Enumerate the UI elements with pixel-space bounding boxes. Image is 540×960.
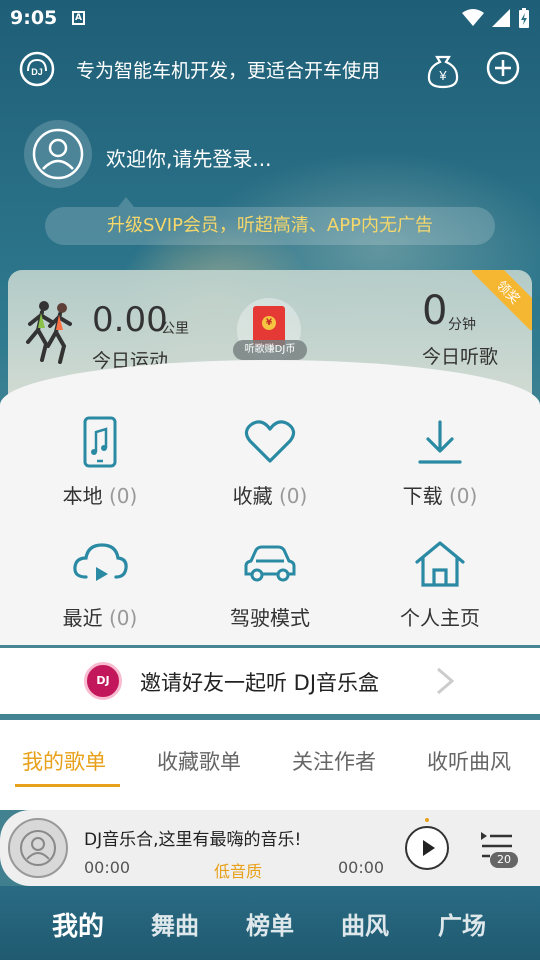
grid-label-text: 本地 — [62, 484, 103, 508]
svip-banner[interactable]: 升级SVIP会员，听超高清、APP内无广告 — [45, 207, 495, 245]
money-bag-icon: ¥ — [427, 55, 459, 89]
exercise-value: 0.00 — [92, 300, 168, 340]
mini-player: DJ音乐合,这里有最嗨的音乐! 00:00 低音质 00:00 20 — [0, 810, 540, 886]
header-slogan: 专为智能车机开发，更适合开车使用 — [76, 60, 381, 82]
grid-item-homepage[interactable]: 个人主页 — [350, 536, 530, 656]
yuan-coin-icon: ¥ — [262, 316, 276, 330]
grid-label-text: 个人主页 — [400, 606, 480, 630]
tab-favorite-playlists[interactable]: 收藏歌单 — [157, 746, 241, 776]
invite-text: 邀请好友一起听 DJ音乐盒 — [140, 671, 380, 695]
status-time: 9:05 — [10, 7, 58, 29]
grid-label-text: 下载 — [402, 484, 443, 508]
grid-item-recent[interactable]: 最近 (0) — [10, 536, 190, 656]
invite-friends-bar[interactable]: DJ 邀请好友一起听 DJ音乐盒 — [0, 648, 540, 714]
dj-music-box-logo: DJ — [84, 662, 122, 700]
claim-reward-ribbon[interactable]: 领奖 — [472, 270, 532, 330]
chevron-right-icon — [437, 667, 455, 695]
track-cover[interactable] — [8, 818, 68, 878]
car-icon — [240, 536, 300, 592]
nav-square[interactable]: 广场 — [414, 906, 510, 941]
header: DJ 专为智能车机开发，更适合开车使用 ¥ — [0, 46, 540, 92]
bottom-navigation: 我的 舞曲 榜单 曲风 广场 — [0, 886, 540, 960]
exercise-unit: 公里 — [161, 321, 189, 337]
grid-label: 下载 (0) — [350, 480, 530, 509]
grid-count: (0) — [109, 484, 138, 508]
progress-dot — [425, 818, 429, 822]
tab-followed-authors[interactable]: 关注作者 — [292, 746, 376, 776]
nav-mine[interactable]: 我的 — [30, 906, 126, 943]
quick-access-panel: 本地 (0) 收藏 (0) 下载 (0) 最近 (0) 驾驶模式 个人主页 — [0, 360, 540, 645]
track-current-time: 00:00 — [84, 858, 131, 877]
nav-genres[interactable]: 曲风 — [317, 906, 413, 941]
cloud-play-icon — [70, 536, 130, 592]
grid-count: (0) — [109, 606, 138, 630]
status-bar: 9:05 A — [0, 0, 540, 36]
grid-item-downloads[interactable]: 下载 (0) — [350, 414, 530, 534]
play-button[interactable] — [405, 826, 449, 870]
notification-icon: A — [72, 11, 85, 25]
plus-circle-icon — [486, 51, 520, 85]
grid-label: 最近 (0) — [10, 602, 190, 631]
signal-icon — [492, 9, 510, 27]
svip-banner-pointer — [118, 197, 134, 207]
status-icons — [462, 8, 530, 28]
grid-label-text: 收藏 — [232, 484, 273, 508]
runners-icon — [26, 301, 72, 364]
track-title: DJ音乐合,这里有最嗨的音乐! — [84, 830, 302, 850]
grid-count: (0) — [449, 484, 478, 508]
playlist-tabs: 我的歌单 收藏歌单 关注作者 收听曲风 — [0, 720, 540, 810]
download-icon — [410, 414, 470, 470]
nav-charts[interactable]: 榜单 — [222, 906, 318, 941]
svg-text:¥: ¥ — [438, 68, 447, 83]
earn-dj-coin-label[interactable]: 听歌赚DJ币 — [233, 340, 307, 360]
dj-headphone-button[interactable]: DJ — [19, 51, 55, 87]
heart-icon — [240, 414, 300, 470]
home-icon — [410, 536, 470, 592]
tab-listened-genres[interactable]: 收听曲风 — [427, 746, 511, 776]
queue-count-badge: 20 — [490, 852, 518, 868]
grid-label-text: 最近 — [62, 606, 103, 630]
grid-label: 收藏 (0) — [180, 480, 360, 509]
active-tab-indicator — [15, 784, 120, 787]
wifi-icon — [462, 9, 484, 26]
tab-my-playlists[interactable]: 我的歌单 — [22, 746, 106, 776]
listen-value: 0 — [422, 288, 448, 334]
grid-item-driving-mode[interactable]: 驾驶模式 — [180, 536, 360, 656]
login-prompt[interactable]: 欢迎你,请先登录... — [106, 143, 271, 172]
grid-item-favorites[interactable]: 收藏 (0) — [180, 414, 360, 534]
grid-label: 本地 (0) — [10, 480, 190, 509]
track-total-time: 00:00 — [338, 858, 385, 877]
grid-item-local[interactable]: 本地 (0) — [10, 414, 190, 534]
user-icon — [20, 830, 56, 866]
grid-count: (0) — [279, 484, 308, 508]
dj-headphone-icon: DJ — [19, 51, 55, 87]
nav-dance[interactable]: 舞曲 — [127, 906, 223, 941]
listen-label: 今日听歌 — [422, 346, 499, 368]
battery-icon — [519, 8, 529, 28]
audio-quality-toggle[interactable]: 低音质 — [214, 858, 262, 882]
play-icon — [423, 840, 435, 856]
grid-label: 个人主页 — [350, 602, 530, 631]
coin-bag-button[interactable]: ¥ — [425, 49, 461, 89]
user-avatar[interactable] — [24, 120, 92, 188]
phone-music-icon — [70, 414, 130, 470]
grid-label-text: 驾驶模式 — [230, 606, 310, 630]
svg-text:DJ: DJ — [31, 67, 43, 77]
user-icon — [32, 128, 84, 180]
add-button[interactable] — [486, 51, 520, 85]
grid-label: 驾驶模式 — [180, 602, 360, 631]
